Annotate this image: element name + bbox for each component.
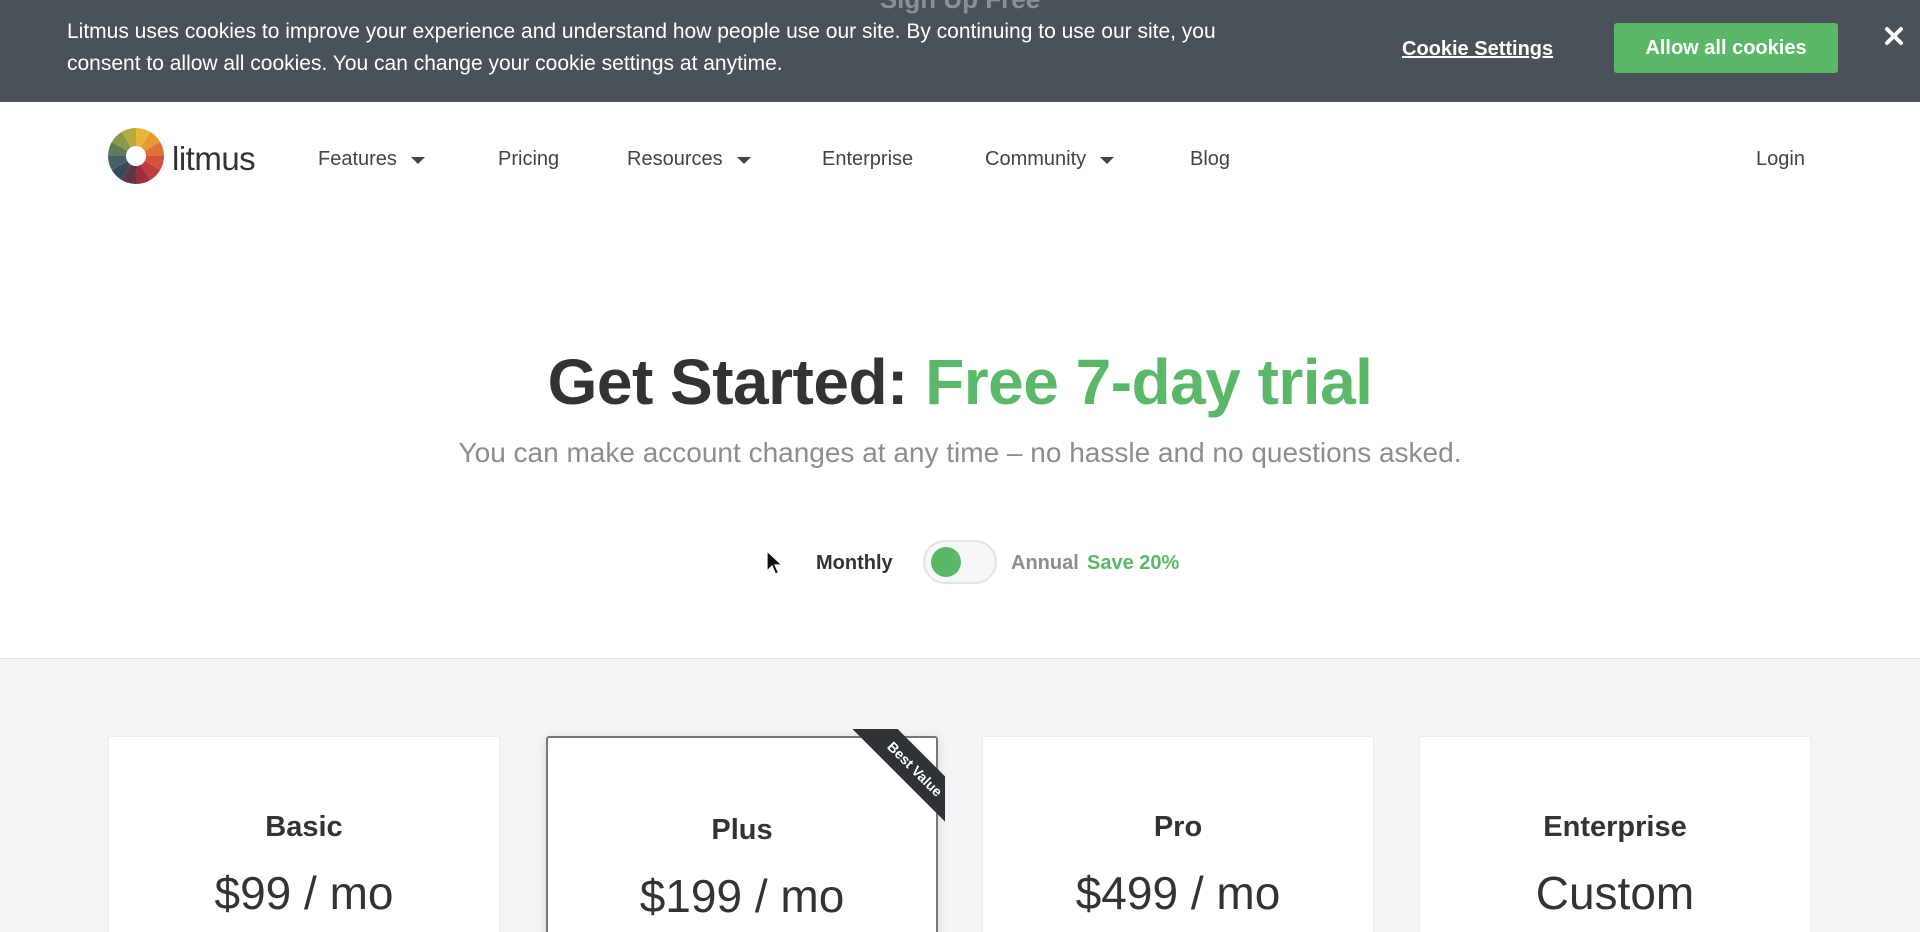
cookie-banner: Sign Up Free Litmus uses cookies to impr… [0,0,1920,102]
nav-item-label: Resources [627,148,723,170]
plan-price: $499 / mo [1075,867,1281,919]
cookie-settings-link[interactable]: Cookie Settings [1402,38,1553,61]
caret-down-icon [1100,157,1115,164]
nav-item-label: Enterprise [822,148,914,170]
allow-all-cookies-button[interactable]: Allow all cookies [1614,23,1838,73]
plan-name: Basic [265,811,343,843]
nav-item-community[interactable]: Community [985,148,1115,171]
title-highlight: Free 7-day trial [925,346,1373,418]
caret-down-icon [410,157,425,164]
mouse-cursor-icon [766,549,784,576]
plan-card-basic[interactable]: Basic $99 / mo [108,736,500,932]
plan-price: Custom [1535,867,1695,919]
nav-item-blog[interactable]: Blog [1190,148,1230,171]
login-link[interactable]: Login [1756,148,1805,171]
page-title: Get Started: Free 7-day trial [0,345,1920,419]
plan-price: $199 / mo [639,870,845,922]
annual-label[interactable]: Annual [1011,552,1079,575]
nav-item-pricing[interactable]: Pricing [498,148,559,171]
nav-item-label: Blog [1190,148,1231,170]
plan-card-pro[interactable]: Pro $499 / mo [982,736,1374,932]
logo-text: litmus [172,139,256,177]
nav-item-label: Pricing [498,148,560,170]
ribbon-label: Best Value [847,729,945,837]
billing-toggle[interactable] [923,540,997,584]
page-subtitle: You can make account changes at any time… [458,437,1462,468]
nav-item-label: Community [985,148,1087,170]
ghost-signup-text: Sign Up Free [0,0,1920,15]
login-label: Login [1756,148,1805,170]
litmus-wheel-icon [108,128,164,189]
plan-name: Enterprise [1543,811,1687,843]
save-badge: Save 20% [1087,552,1180,574]
main-navigation: litmus Features Pricing Resources Enterp… [0,102,1920,220]
monthly-label[interactable]: Monthly [816,552,893,575]
nav-item-features[interactable]: Features [318,148,425,171]
cookie-message: Litmus uses cookies to improve your expe… [67,20,1216,75]
plan-name: Pro [1153,811,1203,843]
toggle-knob [931,547,961,577]
billing-period-selector: Monthly Annual Save 20% [0,538,1920,588]
caret-down-icon [736,157,751,164]
title-prefix: Get Started: [547,346,909,418]
litmus-logo[interactable]: litmus [108,128,256,189]
best-value-ribbon: Best Value [815,729,945,859]
plan-card-enterprise[interactable]: Enterprise Custom [1419,736,1811,932]
close-icon[interactable] [1880,22,1908,50]
plan-price: $99 / mo [214,867,394,919]
nav-item-enterprise[interactable]: Enterprise [822,148,913,171]
pricing-plans-section: Basic $99 / mo Plus $199 / mo Pro $499 /… [0,658,1920,932]
nav-item-label: Features [318,148,397,170]
nav-item-resources[interactable]: Resources [627,148,751,171]
